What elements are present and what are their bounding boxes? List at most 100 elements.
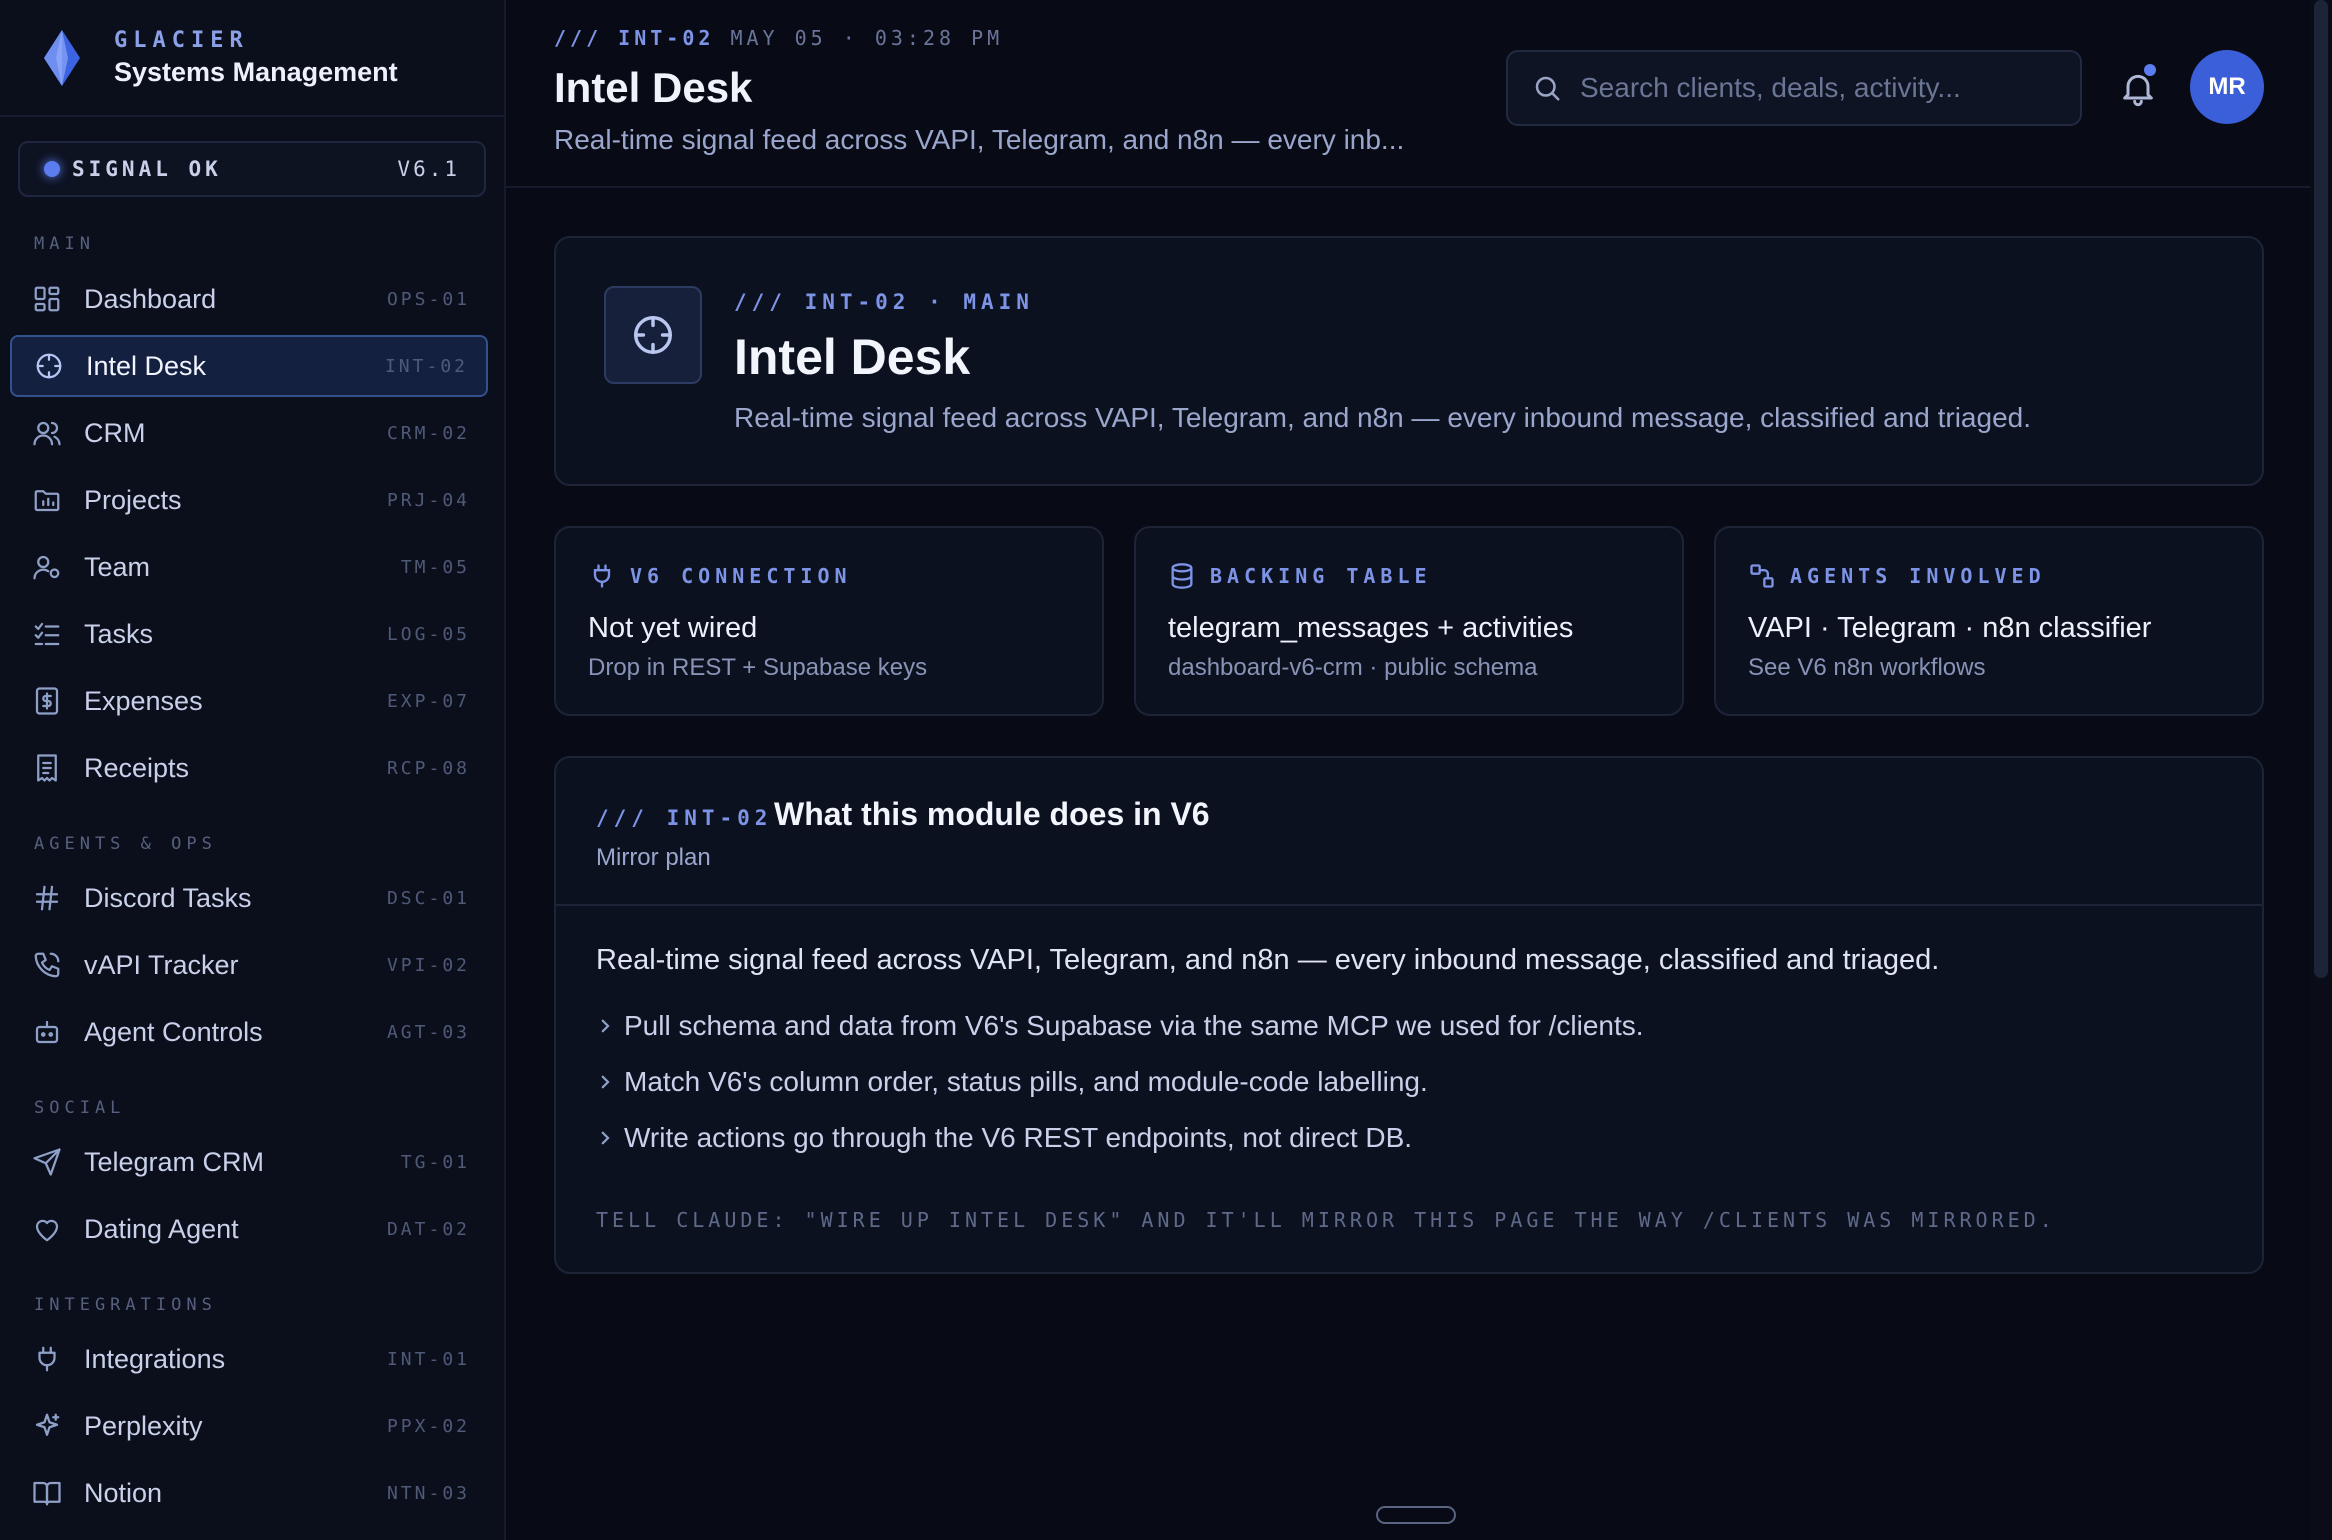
sidebar-item-code: INT-01 xyxy=(386,1348,470,1370)
sidebar-item-label: Tasks xyxy=(84,618,154,649)
crosshair-icon xyxy=(604,286,702,384)
sidebar: GLACIER Systems Management SIGNAL OK V6.… xyxy=(0,0,506,1540)
dollar-file-icon xyxy=(35,687,59,715)
sidebar-item-telegram-crm[interactable]: Telegram CRM TG-01 xyxy=(10,1131,488,1193)
plug-icon xyxy=(593,564,611,588)
sidebar-item-notion[interactable]: Notion NTN-03 xyxy=(10,1462,488,1524)
sidebar-item-label: Receipts xyxy=(84,752,190,783)
hero-subtitle: Real-time signal feed across VAPI, Teleg… xyxy=(734,402,2031,433)
sidebar-item-code: NTN-03 xyxy=(386,1482,470,1504)
info-card-agents: AGENTS INVOLVED VAPI · Telegram · n8n cl… xyxy=(1714,526,2264,716)
brand-kicker: GLACIER xyxy=(114,27,249,53)
phone-icon xyxy=(34,952,60,978)
user-gear-icon xyxy=(33,555,60,580)
sidebar-item-label: Telegram CRM xyxy=(84,1146,265,1177)
sidebar-item-code: TG-01 xyxy=(400,1151,470,1173)
sidebar-item-vapi-tracker[interactable]: vAPI Tracker VPI-02 xyxy=(10,934,488,996)
scrollbar-thumb[interactable] xyxy=(2314,0,2328,978)
sidebar-item-dashboard[interactable]: Dashboard OPS-01 xyxy=(10,268,488,330)
checklist-icon xyxy=(34,622,60,646)
sparkle-icon xyxy=(35,1413,60,1436)
breadcrumb: /// INT-02 MAY 05 · 03:28 PM xyxy=(554,26,2332,50)
plug-icon xyxy=(38,1346,56,1372)
status-badge: SIGNAL OK V6.1 xyxy=(18,141,486,197)
module-footer-note: TELL CLAUDE: "WIRE UP INTEL DESK" AND IT… xyxy=(596,1208,2056,1232)
info-note: dashboard-v6-crm · public schema xyxy=(1168,654,1538,681)
sidebar-item-label: Projects xyxy=(84,484,182,515)
sidebar-item-code: LOG-05 xyxy=(386,623,470,645)
search-box[interactable] xyxy=(1506,50,2082,126)
notification-dot xyxy=(2144,64,2156,76)
list-item: Pull schema and data from V6's Supabase … xyxy=(596,1010,1644,1042)
nav-section-main: MAIN xyxy=(34,234,95,254)
folder-chart-icon xyxy=(34,490,60,512)
resize-handle[interactable] xyxy=(1376,1506,1456,1524)
sidebar-item-label: Notion xyxy=(84,1477,163,1508)
sidebar-item-integrations[interactable]: Integrations INT-01 xyxy=(10,1328,488,1390)
scrollbar[interactable] xyxy=(2310,0,2332,1540)
brand[interactable]: GLACIER Systems Management xyxy=(0,0,504,117)
bullet-text: Match V6's column order, status pills, a… xyxy=(624,1066,1428,1097)
nav-section-integrations: INTEGRATIONS xyxy=(34,1295,217,1315)
sidebar-item-code: OPS-01 xyxy=(386,288,470,310)
sidebar-item-code: RCP-08 xyxy=(386,757,470,779)
sidebar-item-code: DSC-01 xyxy=(386,887,470,909)
bot-icon xyxy=(35,1020,59,1044)
chevron-right-icon xyxy=(601,1131,610,1145)
module-kicker: /// INT-02 xyxy=(596,806,773,830)
chevron-right-icon xyxy=(601,1019,610,1033)
module-subtitle: Mirror plan xyxy=(596,844,711,871)
search-icon xyxy=(1535,76,1560,101)
sidebar-item-code: DAT-02 xyxy=(386,1218,470,1240)
search-input[interactable] xyxy=(1580,72,2056,104)
info-kicker: V6 CONNECTION xyxy=(630,564,852,588)
info-note: Drop in REST + Supabase keys xyxy=(588,654,928,681)
chevron-right-icon xyxy=(601,1075,610,1089)
avatar[interactable]: MR xyxy=(2190,50,2264,124)
sidebar-item-label: Dashboard xyxy=(84,283,217,314)
sidebar-item-code: AGT-03 xyxy=(386,1021,470,1043)
info-kicker: AGENTS INVOLVED xyxy=(1790,564,2046,588)
info-card-connection: V6 CONNECTION Not yet wired Drop in REST… xyxy=(554,526,1104,716)
sidebar-item-discord-tasks[interactable]: Discord Tasks DSC-01 xyxy=(10,867,488,929)
sidebar-item-agent-controls[interactable]: Agent Controls AGT-03 xyxy=(10,1001,488,1063)
info-note: See V6 n8n workflows xyxy=(1748,654,1986,681)
heart-icon xyxy=(35,1219,59,1242)
sidebar-item-dating-agent[interactable]: Dating Agent DAT-02 xyxy=(10,1198,488,1260)
info-value: telegram_messages + activities xyxy=(1168,612,1574,644)
sidebar-item-code: PPX-02 xyxy=(386,1415,470,1437)
crosshair-icon xyxy=(36,353,62,379)
nav-section-agents: AGENTS & OPS xyxy=(34,834,217,854)
sidebar-item-code: INT-02 xyxy=(384,355,468,377)
module-card: /// INT-02 What this module does in V6 M… xyxy=(554,756,2264,1274)
sidebar-item-receipts[interactable]: Receipts RCP-08 xyxy=(10,737,488,799)
hero-title: Intel Desk xyxy=(734,329,971,385)
workflow-icon xyxy=(1750,564,1774,588)
dashboard-icon xyxy=(34,286,60,312)
sidebar-item-label: CRM xyxy=(84,417,146,448)
main-content: /// INT-02 MAY 05 · 03:28 PM Intel Desk … xyxy=(506,0,2332,1540)
bullet-text: Write actions go through the V6 REST end… xyxy=(624,1122,1413,1153)
info-kicker: BACKING TABLE xyxy=(1210,564,1432,588)
receipt-icon xyxy=(37,754,57,782)
sidebar-item-team[interactable]: Team TM-05 xyxy=(10,536,488,598)
sidebar-item-projects[interactable]: Projects PRJ-04 xyxy=(10,469,488,531)
status-dot-icon xyxy=(44,161,60,177)
sidebar-item-intel-desk[interactable]: Intel Desk INT-02 xyxy=(10,335,488,397)
hero-card: /// INT-02 · MAIN Intel Desk Real-time s… xyxy=(554,236,2264,486)
sidebar-item-tasks[interactable]: Tasks LOG-05 xyxy=(10,603,488,665)
sidebar-item-expenses[interactable]: Expenses EXP-07 xyxy=(10,670,488,732)
sidebar-item-crm[interactable]: CRM CRM-02 xyxy=(10,402,488,464)
module-lead: Real-time signal feed across VAPI, Teleg… xyxy=(596,944,1940,976)
sidebar-item-perplexity[interactable]: Perplexity PPX-02 xyxy=(10,1395,488,1457)
sidebar-item-code: EXP-07 xyxy=(386,690,470,712)
sidebar-item-code: PRJ-04 xyxy=(386,489,470,511)
info-value: Not yet wired xyxy=(588,612,758,644)
book-icon xyxy=(33,1481,61,1506)
list-item: Write actions go through the V6 REST end… xyxy=(596,1122,1412,1154)
sidebar-item-label: Perplexity xyxy=(84,1410,203,1441)
sidebar-item-label: Expenses xyxy=(84,685,203,716)
users-icon xyxy=(33,421,61,446)
bullet-text: Pull schema and data from V6's Supabase … xyxy=(624,1010,1644,1041)
sidebar-item-label: Dating Agent xyxy=(84,1213,239,1244)
